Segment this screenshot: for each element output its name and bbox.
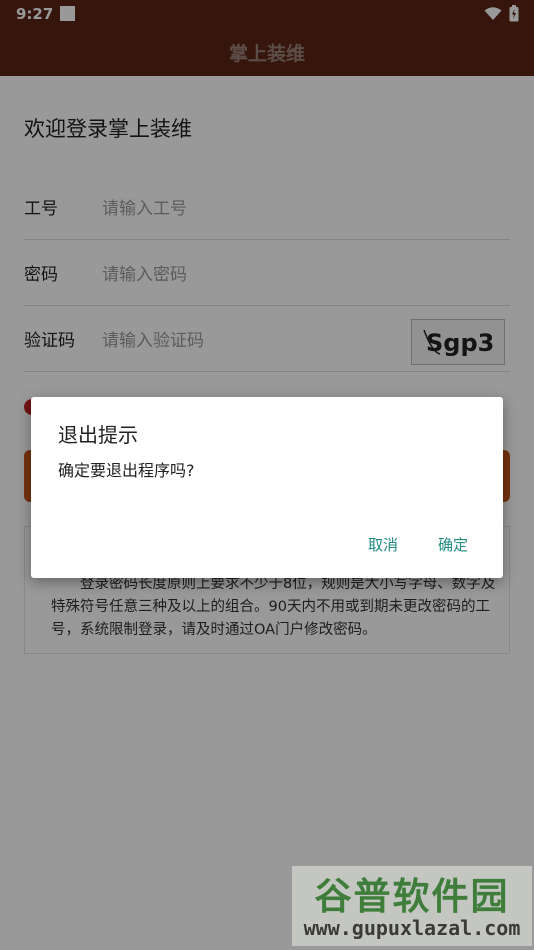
watermark-url: www.gupuxlazal.com [303, 916, 521, 940]
confirm-button[interactable]: 确定 [438, 534, 468, 555]
dialog-message: 确定要退出程序吗? [58, 461, 195, 480]
cancel-button[interactable]: 取消 [368, 534, 398, 555]
dialog-title: 退出提示 [58, 423, 138, 447]
watermark-title: 谷普软件园 [314, 875, 510, 918]
site-watermark: 谷普软件园 www.gupuxlazal.com [292, 866, 532, 946]
exit-dialog: 退出提示 确定要退出程序吗? 取消 确定 [31, 397, 503, 578]
